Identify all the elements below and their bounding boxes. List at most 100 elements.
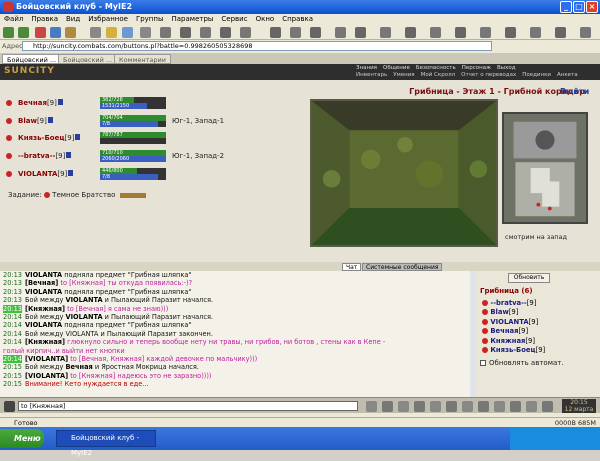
stop-icon[interactable]	[35, 27, 46, 38]
tool-icon[interactable]	[290, 27, 301, 38]
history-icon[interactable]	[122, 27, 133, 38]
close-button[interactable]: ×	[586, 1, 598, 13]
site-nav-link[interactable]: Поединки	[522, 72, 551, 78]
tool-icon[interactable]	[478, 401, 489, 412]
info-icon[interactable]	[75, 134, 80, 140]
chat-player-name[interactable]: VIOLANTA	[25, 271, 62, 279]
menu-item[interactable]: Окно	[256, 15, 275, 23]
chat-player-name[interactable]: VIOLANTA	[65, 313, 102, 321]
chat-player-name[interactable]: Вечная	[65, 363, 92, 371]
tool-icon[interactable]	[240, 27, 251, 38]
compass-icon[interactable]	[535, 130, 554, 149]
tool-icon[interactable]	[530, 27, 541, 38]
site-nav-link[interactable]: Умения	[393, 72, 414, 78]
tool-icon[interactable]	[310, 27, 321, 38]
location-member[interactable]: Blaw[9]	[482, 308, 518, 317]
tool-icon[interactable]	[446, 401, 457, 412]
location-member[interactable]: Княжная[9]	[482, 337, 535, 346]
party-member[interactable]: Blaw[9]704/7047/8Юг-1, Запад-1	[4, 115, 304, 127]
location-member[interactable]: VIOLANTA[9]	[482, 318, 538, 327]
start-button[interactable]: Меню	[0, 429, 44, 448]
tool-icon[interactable]	[580, 27, 591, 38]
refresh-icon[interactable]	[50, 27, 61, 38]
menu-item[interactable]: Правка	[31, 15, 58, 23]
send-icon[interactable]	[366, 401, 377, 412]
site-nav-link[interactable]: Выход	[497, 65, 516, 71]
tab-2[interactable]: Бойцовский ...	[58, 54, 117, 64]
tool-icon[interactable]	[505, 27, 516, 38]
party-member[interactable]: VIOLANTA[9]446/8007/8	[4, 168, 304, 180]
chat-player-name[interactable]: VIOLANTA	[25, 321, 62, 329]
tool-icon[interactable]	[200, 27, 211, 38]
auto-refresh-checkbox[interactable]: Обновлять автомат.	[480, 359, 564, 367]
menu-item[interactable]: Сервис	[221, 15, 247, 23]
tool-icon[interactable]	[270, 27, 281, 38]
chat-time[interactable]: 20:13	[3, 279, 22, 287]
tool-icon[interactable]	[398, 401, 409, 412]
chat-time[interactable]: 20:13	[3, 305, 22, 313]
tool-icon[interactable]	[220, 27, 231, 38]
tool-icon[interactable]	[335, 27, 346, 38]
chat-player-name[interactable]: VIOLANTA	[25, 288, 62, 296]
tool-icon[interactable]	[462, 401, 473, 412]
chat-time[interactable]: 20:14	[3, 330, 22, 338]
tool-icon[interactable]	[555, 27, 566, 38]
chat-player-name[interactable]: [Княжная]	[25, 338, 65, 346]
tool-icon[interactable]	[355, 27, 366, 38]
tool-icon[interactable]	[430, 401, 441, 412]
member-name[interactable]: Вечная[9]	[18, 99, 63, 107]
site-nav-link[interactable]: Мой Скролл	[421, 72, 455, 78]
tool-icon[interactable]	[510, 401, 521, 412]
tool-icon[interactable]	[405, 27, 416, 38]
chat-time[interactable]: 20:13	[3, 271, 22, 279]
tool-icon[interactable]	[455, 27, 466, 38]
minimap[interactable]	[502, 112, 588, 224]
menu-item[interactable]: Файл	[4, 15, 23, 23]
tab-3[interactable]: Комментарии	[114, 54, 171, 64]
info-icon[interactable]	[68, 170, 73, 176]
chat-input[interactable]: to [Княжная]	[18, 401, 358, 411]
site-nav-link[interactable]: Общение	[383, 65, 410, 71]
chat-time[interactable]: 20:15	[3, 363, 22, 371]
print-icon[interactable]	[140, 27, 151, 38]
chat-time[interactable]: 20:14	[3, 313, 22, 321]
location-member[interactable]: Вечная[9]	[482, 327, 528, 336]
location-member[interactable]: --bratva--[9]	[482, 299, 536, 308]
site-nav-link[interactable]: Безопасность	[416, 65, 456, 71]
menu-item[interactable]: Параметры	[172, 15, 214, 23]
minimize-button[interactable]: _	[560, 1, 572, 13]
tool-icon[interactable]	[382, 401, 393, 412]
back-icon[interactable]	[3, 27, 14, 38]
chat-time[interactable]: 20:13	[3, 296, 22, 304]
party-member[interactable]: Князь-Боец[9]787/787	[4, 132, 304, 144]
member-name[interactable]: --bratva--[9]	[18, 152, 71, 160]
chat-player-name[interactable]: [Вечная]	[25, 279, 58, 287]
chat-time[interactable]: 20:15	[3, 380, 22, 388]
favorites-icon[interactable]	[106, 27, 117, 38]
info-icon[interactable]	[58, 99, 63, 105]
location-member[interactable]: Князь-Боец[9]	[482, 346, 545, 355]
checkbox-icon[interactable]	[480, 360, 486, 366]
chat-icon[interactable]	[4, 401, 15, 412]
chat-time[interactable]: 20:13	[3, 288, 22, 296]
member-name[interactable]: VIOLANTA[9]	[18, 170, 73, 178]
tool-icon[interactable]	[480, 27, 491, 38]
tab-1[interactable]: Бойцовский ...	[2, 54, 61, 64]
tool-icon[interactable]	[494, 401, 505, 412]
info-icon[interactable]	[48, 117, 53, 123]
home-icon[interactable]	[65, 27, 76, 38]
tool-icon[interactable]	[414, 401, 425, 412]
maximize-button[interactable]: □	[573, 1, 585, 13]
tool-icon[interactable]	[542, 401, 553, 412]
chat-player-name[interactable]: [Княжная]	[25, 305, 65, 313]
chat-time[interactable]: 20:14	[3, 355, 22, 363]
address-input[interactable]: http://suncity.combats.com/buttons.pl?ba…	[22, 41, 492, 51]
site-nav-link[interactable]: Персонаж	[462, 65, 491, 71]
party-member[interactable]: Вечная[9]382/7281531/2150	[4, 97, 304, 109]
chat-time[interactable]: 20:14	[3, 321, 22, 329]
chat-time[interactable]: 20:14	[3, 338, 22, 346]
tool-icon[interactable]	[160, 27, 171, 38]
chat-player-name[interactable]: VIOLANTA	[65, 296, 102, 304]
tool-icon[interactable]	[430, 27, 441, 38]
site-nav-link[interactable]: Отчет о переводах	[461, 72, 516, 78]
